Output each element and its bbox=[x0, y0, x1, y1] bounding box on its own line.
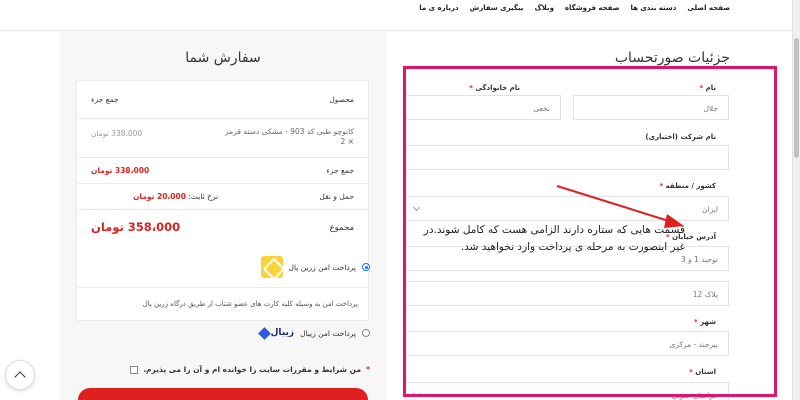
annotation-arrow-head bbox=[664, 214, 684, 228]
annotation-arrow-icon bbox=[556, 185, 684, 228]
annotation-arrow-line bbox=[556, 185, 673, 223]
